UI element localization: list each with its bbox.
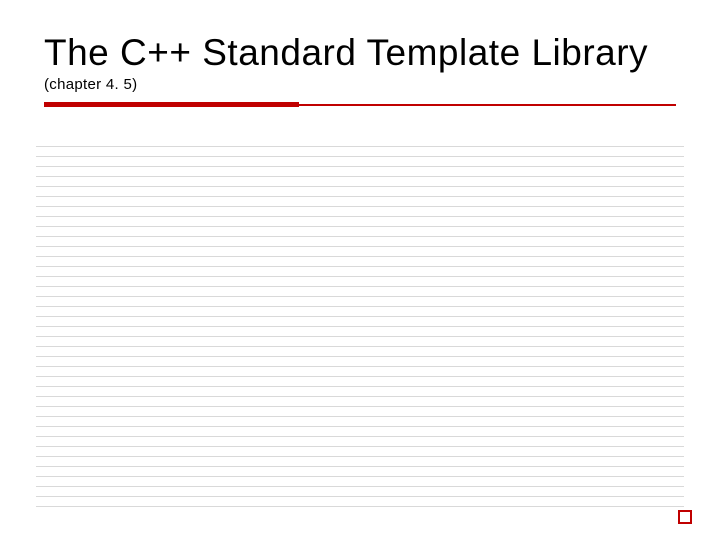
- slide-title: The C++ Standard Template Library: [44, 32, 648, 73]
- corner-square-icon: [678, 510, 692, 524]
- slide: The C++ Standard Template Library (chapt…: [0, 0, 720, 540]
- content-lined-area: [36, 146, 684, 516]
- underline-thin: [299, 104, 676, 106]
- underline-thick: [44, 102, 299, 107]
- slide-subtitle: (chapter 4. 5): [44, 76, 137, 93]
- title-block: The C++ Standard Template Library (chapt…: [44, 30, 676, 107]
- title-underline: [44, 102, 676, 107]
- slide-heading: The C++ Standard Template Library (chapt…: [44, 30, 676, 94]
